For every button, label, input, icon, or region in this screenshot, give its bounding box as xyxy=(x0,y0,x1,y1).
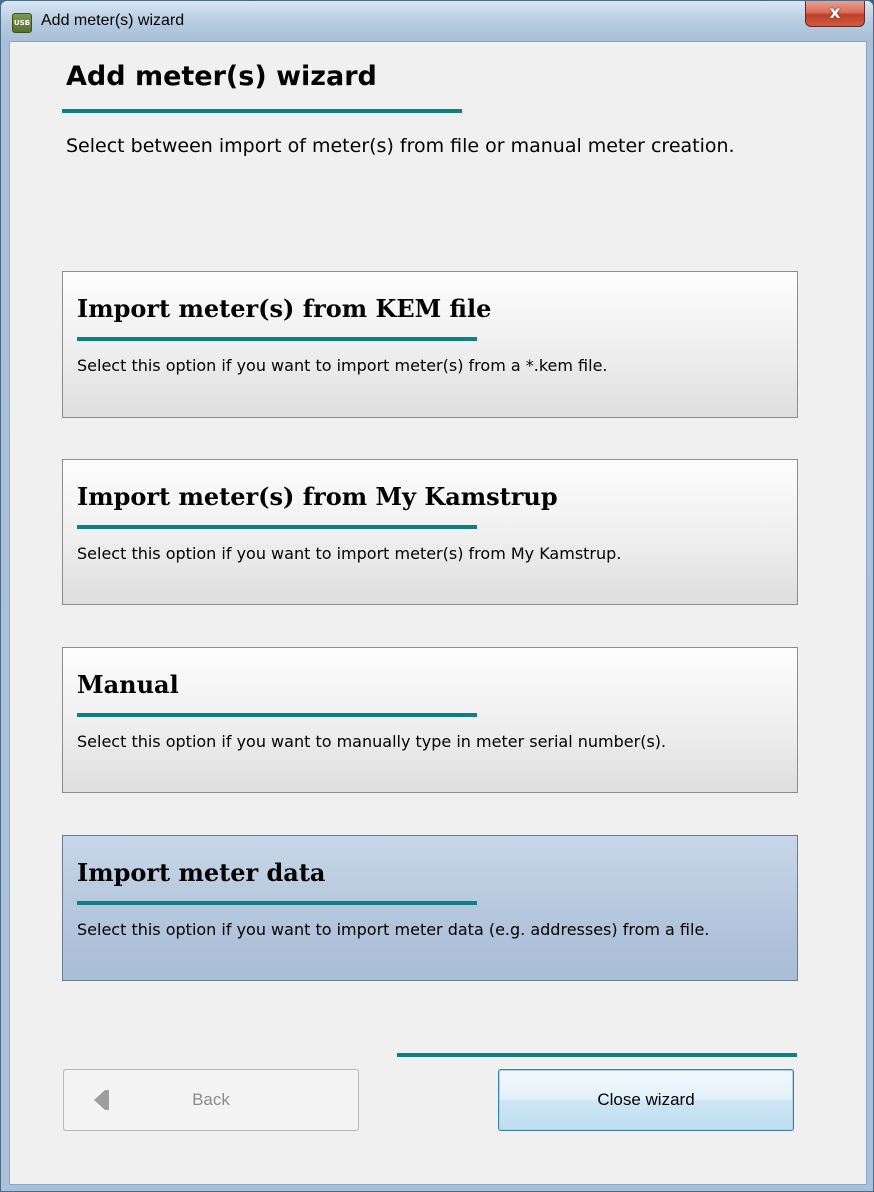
window-close-button[interactable]: x xyxy=(805,1,865,27)
option-underline xyxy=(77,713,477,717)
option-description: Select this option if you want to import… xyxy=(77,920,710,939)
page-description: Select between import of meter(s) from f… xyxy=(66,135,735,157)
page-title: Add meter(s) wizard xyxy=(66,61,377,92)
option-underline xyxy=(77,901,477,905)
option-description: Select this option if you want to import… xyxy=(77,356,608,375)
window-title: Add meter(s) wizard xyxy=(41,12,185,29)
wizard-client-area xyxy=(9,41,867,1185)
option-title: Import meter data xyxy=(77,858,326,887)
option-title: Import meter(s) from My Kamstrup xyxy=(77,482,558,511)
title-underline xyxy=(62,109,462,113)
back-arrow-icon xyxy=(94,1090,105,1110)
back-arrow-icon-bar xyxy=(105,1090,109,1110)
option-import-kem-file[interactable]: Import meter(s) from KEM file Select thi… xyxy=(62,271,798,418)
option-description: Select this option if you want to manual… xyxy=(77,732,667,751)
option-title: Import meter(s) from KEM file xyxy=(77,294,492,323)
back-button-label: Back xyxy=(192,1090,230,1109)
option-underline xyxy=(77,525,477,529)
option-import-meter-data[interactable]: Import meter data Select this option if … xyxy=(62,835,798,981)
option-description: Select this option if you want to import… xyxy=(77,544,622,563)
option-import-my-kamstrup[interactable]: Import meter(s) from My Kamstrup Select … xyxy=(62,459,798,605)
option-manual[interactable]: Manual Select this option if you want to… xyxy=(62,647,798,793)
option-underline xyxy=(77,337,477,341)
footer-divider xyxy=(397,1053,797,1057)
close-icon: x xyxy=(829,3,841,23)
close-wizard-button[interactable]: Close wizard xyxy=(498,1069,794,1131)
close-wizard-button-label: Close wizard xyxy=(597,1090,695,1109)
title-bar[interactable]: USB Add meter(s) wizard x xyxy=(1,1,873,41)
back-button[interactable]: Back xyxy=(63,1069,359,1131)
option-title: Manual xyxy=(77,670,179,699)
usb-app-icon: USB xyxy=(12,13,32,33)
